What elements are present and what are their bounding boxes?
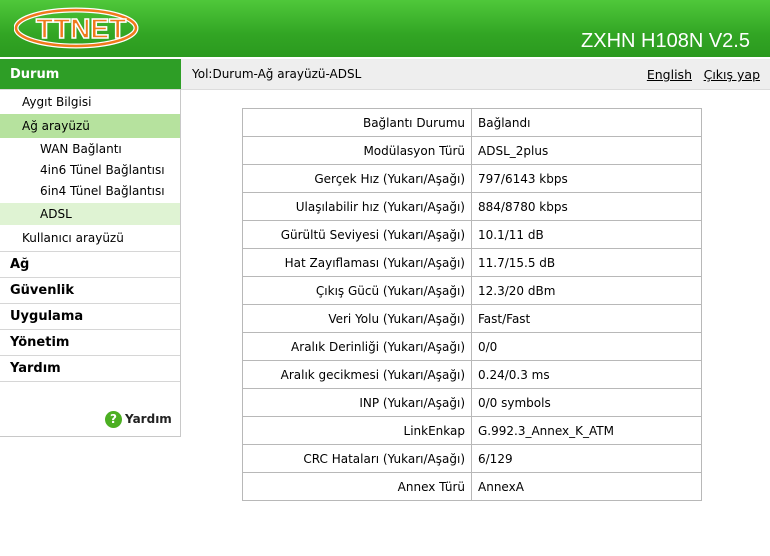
table-row: CRC Hataları (Yukarı/Aşağı) 6/129 bbox=[242, 444, 702, 473]
row-label: LinkEnkap bbox=[242, 416, 472, 445]
row-label: Bağlantı Durumu bbox=[242, 108, 472, 137]
section-title[interactable]: Durum bbox=[0, 59, 181, 89]
row-label: Aralık Derinliği (Yukarı/Aşağı) bbox=[242, 332, 472, 361]
row-value: AnnexA bbox=[471, 472, 702, 501]
row-value: 6/129 bbox=[471, 444, 702, 473]
header-bar: TTNET ZXHN H108N V2.5 bbox=[0, 0, 770, 57]
table-row: Veri Yolu (Yukarı/Aşağı) Fast/Fast bbox=[242, 304, 702, 333]
sidebar-item-user-interface[interactable]: Kullanıcı arayüzü bbox=[0, 226, 180, 250]
sidebar: Aygıt Bilgisi Ağ arayüzü WAN Bağlantı 4i… bbox=[0, 89, 181, 437]
row-label: Çıkış Gücü (Yukarı/Aşağı) bbox=[242, 276, 472, 305]
row-label: Ulaşılabilir hız (Yukarı/Aşağı) bbox=[242, 192, 472, 221]
row-value: Bağlandı bbox=[471, 108, 702, 137]
logout-link[interactable]: Çıkış yap bbox=[704, 59, 760, 90]
table-row: Annex Türü AnnexA bbox=[242, 472, 702, 501]
table-row: Bağlantı Durumu Bağlandı bbox=[242, 108, 702, 137]
sidebar-menu-network[interactable]: Ağ bbox=[0, 251, 180, 277]
logo-text: TTNET bbox=[36, 13, 126, 44]
table-row: Gürültü Seviyesi (Yukarı/Aşağı) 10.1/11 d… bbox=[242, 220, 702, 249]
row-value: 884/8780 kbps bbox=[471, 192, 702, 221]
row-label: INP (Yukarı/Aşağı) bbox=[242, 388, 472, 417]
language-link[interactable]: English bbox=[647, 59, 692, 90]
sidebar-item-6in4-tunnel[interactable]: 6in4 Tünel Bağlantısı bbox=[0, 180, 180, 202]
row-label: Hat Zayıflaması (Yukarı/Aşağı) bbox=[242, 248, 472, 277]
table-row: Aralık Derinliği (Yukarı/Aşağı) 0/0 bbox=[242, 332, 702, 361]
row-value: G.992.3_Annex_K_ATM bbox=[471, 416, 702, 445]
table-row: Aralık gecikmesi (Yukarı/Aşağı) 0.24/0.3 … bbox=[242, 360, 702, 389]
table-row: Modülasyon Türü ADSL_2plus bbox=[242, 136, 702, 165]
sidebar-item-device-info[interactable]: Aygıt Bilgisi bbox=[0, 89, 180, 113]
row-label: Veri Yolu (Yukarı/Aşağı) bbox=[242, 304, 472, 333]
question-icon: ? bbox=[105, 411, 122, 428]
adsl-status-table: Bağlantı Durumu Bağlandı Modülasyon Türü A… bbox=[242, 108, 702, 501]
row-value: 0/0 symbols bbox=[471, 388, 702, 417]
table-row: Hat Zayıflaması (Yukarı/Aşağı) 11.7/15.5 … bbox=[242, 248, 702, 277]
model-title: ZXHN H108N V2.5 bbox=[581, 30, 750, 52]
row-value: ADSL_2plus bbox=[471, 136, 702, 165]
sidebar-item-4in6-tunnel[interactable]: 4in6 Tünel Bağlantısı bbox=[0, 159, 180, 181]
table-row: LinkEnkap G.992.3_Annex_K_ATM bbox=[242, 416, 702, 445]
help-label: Yardım bbox=[125, 412, 172, 426]
sidebar-item-network-interface[interactable]: Ağ arayüzü bbox=[0, 114, 180, 138]
sidebar-menu-management[interactable]: Yönetim bbox=[0, 329, 180, 355]
row-value: 12.3/20 dBm bbox=[471, 276, 702, 305]
sidebar-menu-application[interactable]: Uygulama bbox=[0, 303, 180, 329]
sidebar-menu-security[interactable]: Güvenlik bbox=[0, 277, 180, 303]
row-value: 10.1/11 dB bbox=[471, 220, 702, 249]
row-value: Fast/Fast bbox=[471, 304, 702, 333]
table-row: Ulaşılabilir hız (Yukarı/Aşağı) 884/8780 … bbox=[242, 192, 702, 221]
row-value: 0.24/0.3 ms bbox=[471, 360, 702, 389]
help-link[interactable]: ? Yardım bbox=[105, 411, 172, 428]
breadcrumb: Yol:Durum-Ağ arayüzü-ADSL bbox=[192, 67, 362, 81]
row-value: 797/6143 kbps bbox=[471, 164, 702, 193]
row-label: Aralık gecikmesi (Yukarı/Aşağı) bbox=[242, 360, 472, 389]
sidebar-item-wan-connection[interactable]: WAN Bağlantı bbox=[0, 138, 180, 160]
table-row: Gerçek Hız (Yukarı/Aşağı) 797/6143 kbps bbox=[242, 164, 702, 193]
sidebar-menu-help[interactable]: Yardım bbox=[0, 355, 180, 382]
row-label: Gürültü Seviyesi (Yukarı/Aşağı) bbox=[242, 220, 472, 249]
row-label: Modülasyon Türü bbox=[242, 136, 472, 165]
row-label: CRC Hataları (Yukarı/Aşağı) bbox=[242, 444, 472, 473]
table-row: INP (Yukarı/Aşağı) 0/0 symbols bbox=[242, 388, 702, 417]
row-label: Annex Türü bbox=[242, 472, 472, 501]
sidebar-item-adsl[interactable]: ADSL bbox=[0, 203, 180, 225]
row-value: 0/0 bbox=[471, 332, 702, 361]
ttnet-logo: TTNET bbox=[14, 7, 139, 49]
table-row: Çıkış Gücü (Yukarı/Aşağı) 12.3/20 dBm bbox=[242, 276, 702, 305]
row-label: Gerçek Hız (Yukarı/Aşağı) bbox=[242, 164, 472, 193]
row-value: 11.7/15.5 dB bbox=[471, 248, 702, 277]
path-bar: Durum Yol:Durum-Ağ arayüzü-ADSL English … bbox=[0, 59, 770, 90]
